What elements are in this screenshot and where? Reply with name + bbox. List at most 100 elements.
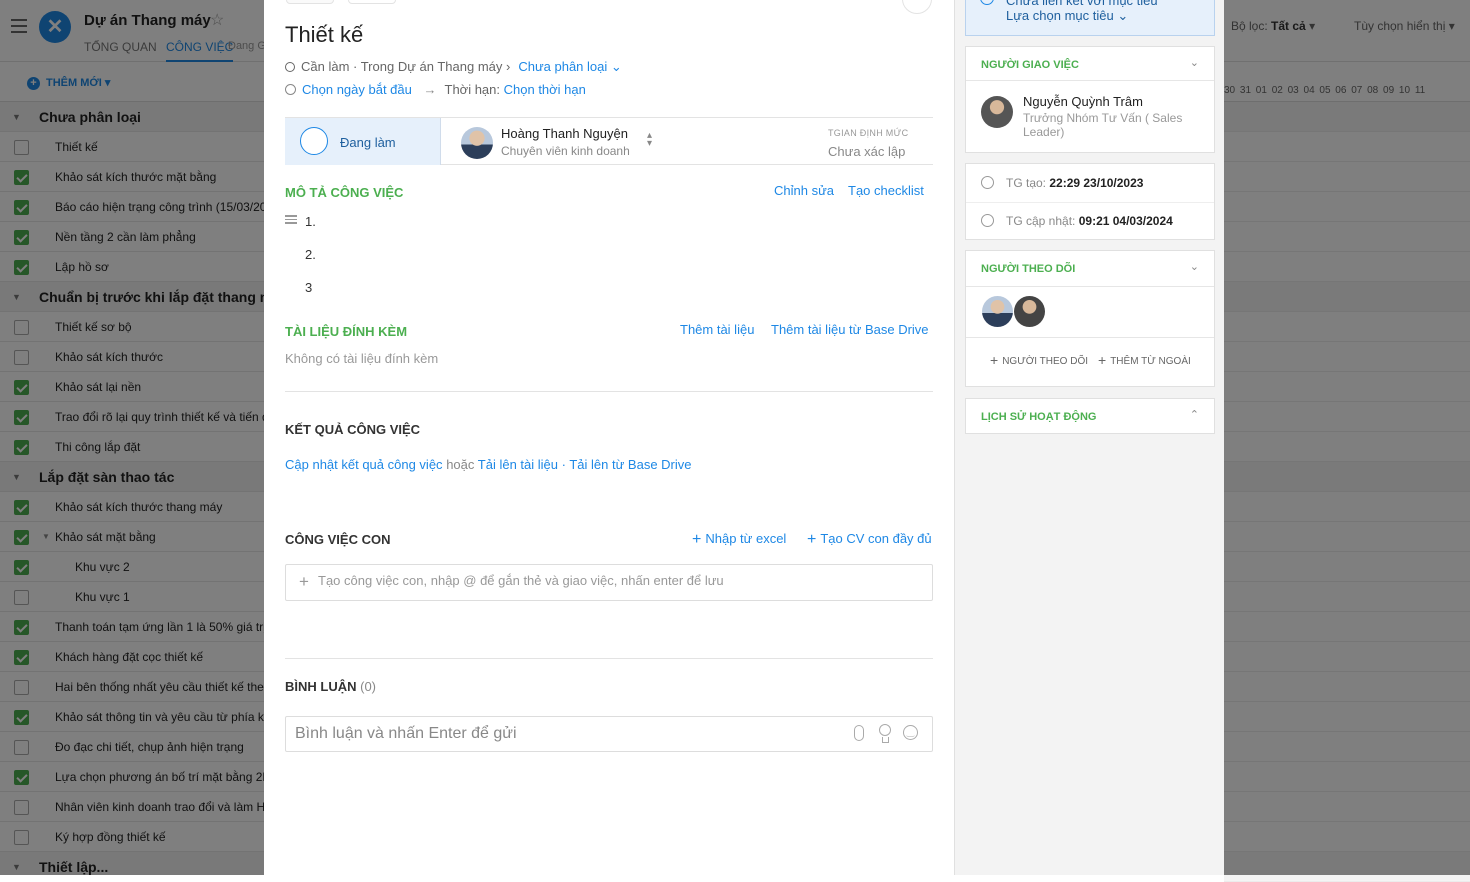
lightbulb-icon[interactable] [879,724,891,743]
upload-document-link[interactable]: Tải lên tài liệu [478,457,558,472]
created-label: TG tạo: [1006,176,1047,190]
top-button[interactable] [286,0,334,4]
assignee-avatar[interactable] [461,127,493,159]
chevron-down-icon[interactable]: ⌄ [1190,260,1199,273]
chevron-down-icon[interactable]: ⌄ [1190,56,1199,69]
task-title[interactable]: Thiết kế [285,22,363,48]
followers-card: NGƯỜI THEO DÕI ⌄ + NGƯỜI THEO DÕI + THÊM T… [965,250,1215,387]
description-heading: MÔ TẢ CÔNG VIỆC [285,185,404,200]
description-line: 3 [305,280,313,295]
updated-value: 09:21 04/03/2024 [1078,214,1173,228]
task-dates-line: Chọn ngày bắt đầu → Thời hạn: Chọn thời h… [285,82,586,97]
start-date-link[interactable]: Chọn ngày bắt đầu [302,82,412,97]
updated-time-row: TG cập nhật: 09:21 04/03/2024 [1006,214,1173,228]
attachments-heading: TÀI LIỆU ĐÍNH KÈM [285,324,408,339]
create-full-subtask-button[interactable]: + Tạo CV con đầy đủ [807,531,932,549]
comment-box[interactable]: ‿ [285,716,933,752]
chevron-down-icon: ⌄ [610,59,622,74]
task-status-line: Cần làm · Trong Dự án Thang máy › Chưa ph… [285,59,622,75]
assigner-role: Trưởng Nhóm Tư Vấn ( Sales Leader) [1023,111,1183,139]
description-line: 1. [305,214,316,229]
follower-avatar[interactable] [982,296,1013,327]
no-attachments-text: Không có tài liệu đính kèm [285,351,439,366]
close-icon[interactable] [902,0,932,14]
subtask-input[interactable] [318,573,918,588]
follower-avatar[interactable] [1014,296,1045,327]
target-icon [980,0,994,5]
plus-icon: + [1098,352,1107,368]
add-follower-label: NGƯỜI THEO DÕI [1002,356,1089,367]
top-button[interactable] [348,0,396,4]
task-side-panel: Chưa liên kết với mục tiêu Lựa chọn mục … [954,0,1224,875]
status-ring-icon [285,62,295,72]
comment-input[interactable] [295,725,835,743]
plus-icon: + [692,531,702,548]
goal-card: Chưa liên kết với mục tiêu Lựa chọn mục … [965,0,1215,36]
divider [285,658,933,659]
update-result-link[interactable]: Cập nhật kết quả công việc [285,457,443,472]
import-excel-button[interactable]: + Nhập từ excel [692,531,786,549]
result-heading: KẾT QUẢ CÔNG VIỆC [285,422,421,437]
add-from-drive-link[interactable]: Thêm tài liệu từ Base Drive [771,322,929,337]
paperclip-icon[interactable] [854,725,864,741]
category-label: Chưa phân loại [518,59,608,74]
assignee-role: Chuyên viên kinh doanh [501,144,630,158]
select-goal-link[interactable]: Lựa chọn mục tiêu ⌄ [1006,8,1128,24]
add-external-button[interactable]: + THÊM TỪ NGOÀI [1098,352,1191,368]
deadline-link[interactable]: Chọn thời hạn [504,82,586,97]
plus-icon: + [807,531,817,548]
add-follower-button[interactable]: + NGƯỜI THEO DÕI [990,352,1088,368]
description-line: 2. [305,247,316,262]
created-time-row: TG tạo: 22:29 23/10/2023 [1006,176,1143,190]
comments-label: BÌNH LUẬN [285,679,357,694]
select-goal-label: Lựa chọn mục tiêu [1006,8,1114,23]
chevron-down-icon: ⌄ [1117,8,1129,23]
clock-icon [285,84,296,95]
goal-status-text: Chưa liên kết với mục tiêu [1006,0,1158,8]
create-full-label: Tạo CV con đầy đủ [820,531,932,546]
created-value: 22:29 23/10/2023 [1049,176,1144,190]
comments-count: (0) [360,679,377,694]
deadline-label: Thời hạn: [444,82,501,97]
upload-from-drive-link[interactable]: Tải lên từ Base Drive [569,457,691,472]
result-actions: Cập nhật kết quả công việc hoặc Tải lên … [285,457,692,472]
chevron-up-icon[interactable]: ⌃ [1190,408,1199,421]
timestamps-card: TG tạo: 22:29 23/10/2023 TG cập nhật: 09… [965,163,1215,240]
assigner-card: NGƯỜI GIAO VIỆC ⌄ Nguyễn Quỳnh Trâm Trưở… [965,46,1215,153]
history-card[interactable]: LỊCH SỬ HOẠT ĐỘNG ⌃ [965,398,1215,434]
status-button[interactable]: Đang làm [285,118,441,165]
add-external-label: THÊM TỪ NGOÀI [1110,356,1191,367]
assigner-heading: NGƯỜI GIAO VIỆC [981,59,1079,71]
divider [285,391,933,392]
import-excel-label: Nhập từ excel [705,531,787,546]
task-detail-modal: Thiết kế Cần làm · Trong Dự án Thang máy… [264,0,1224,875]
arrow-right-icon: → [423,82,437,97]
assigner-name[interactable]: Nguyễn Quỳnh Trâm [1023,94,1143,109]
assigner-avatar[interactable] [981,96,1013,128]
status-circle-icon [300,127,328,155]
norm-time-label: TGIAN ĐỊNH MỨC [828,128,909,138]
create-checklist-link[interactable]: Tạo checklist [848,183,924,198]
task-main-panel: Thiết kế Cần làm · Trong Dự án Thang máy… [264,0,954,875]
comments-heading: BÌNH LUẬN (0) [285,679,376,694]
result-separator: · [561,457,566,472]
subtask-input-box[interactable]: + [285,564,933,601]
sort-arrows-icon[interactable]: ▴ ▾ [647,131,652,149]
updated-label: TG cập nhật: [1006,214,1076,228]
result-or-text: hoặc [446,457,475,472]
status-label: Đang làm [340,135,396,150]
norm-time-value[interactable]: Chưa xác lập [828,144,905,159]
followers-heading: NGƯỜI THEO DÕI [981,263,1076,275]
add-document-link[interactable]: Thêm tài liệu [680,322,754,337]
status-assignee-bar: Đang làm Hoàng Thanh Nguyện Chuyên viên … [285,117,933,165]
plus-icon: + [299,572,309,591]
user-circle-icon [981,176,994,189]
ordered-list-icon [285,215,297,226]
plus-icon: + [990,352,999,368]
assignee-name[interactable]: Hoàng Thanh Nguyện [501,126,628,141]
emoji-icon[interactable]: ‿ [903,725,918,740]
clock-icon [981,214,994,227]
category-dropdown[interactable]: Chưa phân loại ⌄ [518,59,621,74]
status-breadcrumb: Cần làm · Trong Dự án Thang máy › [301,59,511,74]
edit-description-link[interactable]: Chỉnh sửa [774,183,834,198]
